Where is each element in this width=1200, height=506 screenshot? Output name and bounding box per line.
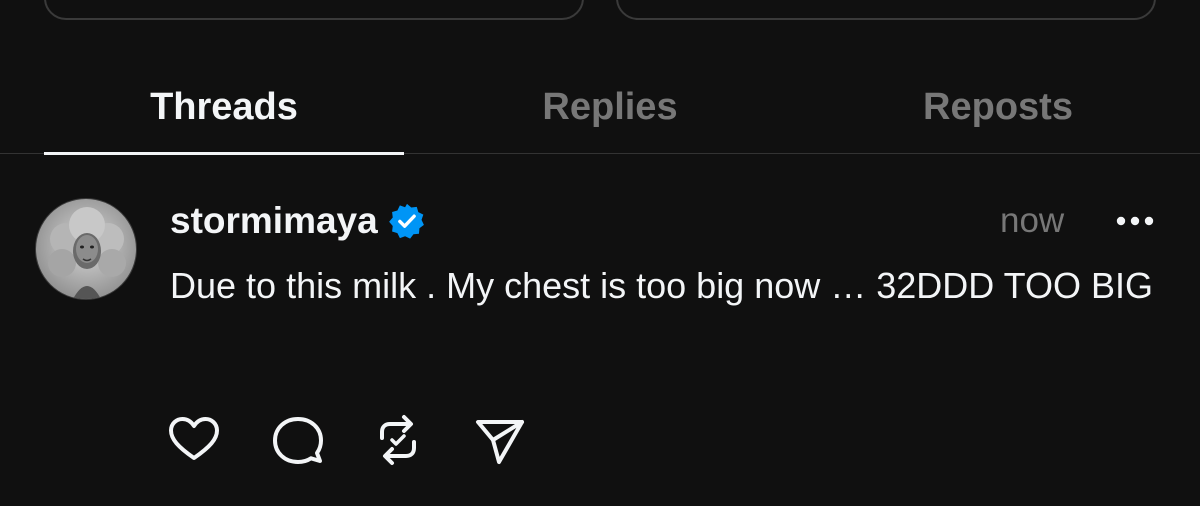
heart-icon[interactable] [166, 412, 222, 468]
tab-replies[interactable]: Replies [430, 60, 790, 154]
avatar-image [36, 199, 136, 299]
post-username[interactable]: stormimaya [170, 200, 378, 242]
post-timestamp: now [1000, 201, 1065, 240]
share-icon[interactable] [472, 412, 528, 468]
profile-action-button-right[interactable] [616, 0, 1156, 20]
post-header: stormimaya [170, 196, 426, 246]
active-tab-indicator [44, 152, 404, 155]
profile-action-button-left[interactable] [44, 0, 584, 20]
comment-icon[interactable] [270, 412, 326, 468]
tab-reposts[interactable]: Reposts [818, 60, 1178, 154]
post-text: Due to this milk . My chest is too big n… [170, 265, 1154, 306]
more-options-icon[interactable] [1112, 204, 1158, 238]
profile-tabs: Threads Replies Reposts [0, 60, 1200, 154]
verified-badge-icon [388, 202, 426, 240]
repost-icon[interactable] [370, 412, 426, 468]
avatar[interactable] [35, 198, 137, 300]
tab-threads[interactable]: Threads [44, 60, 404, 154]
